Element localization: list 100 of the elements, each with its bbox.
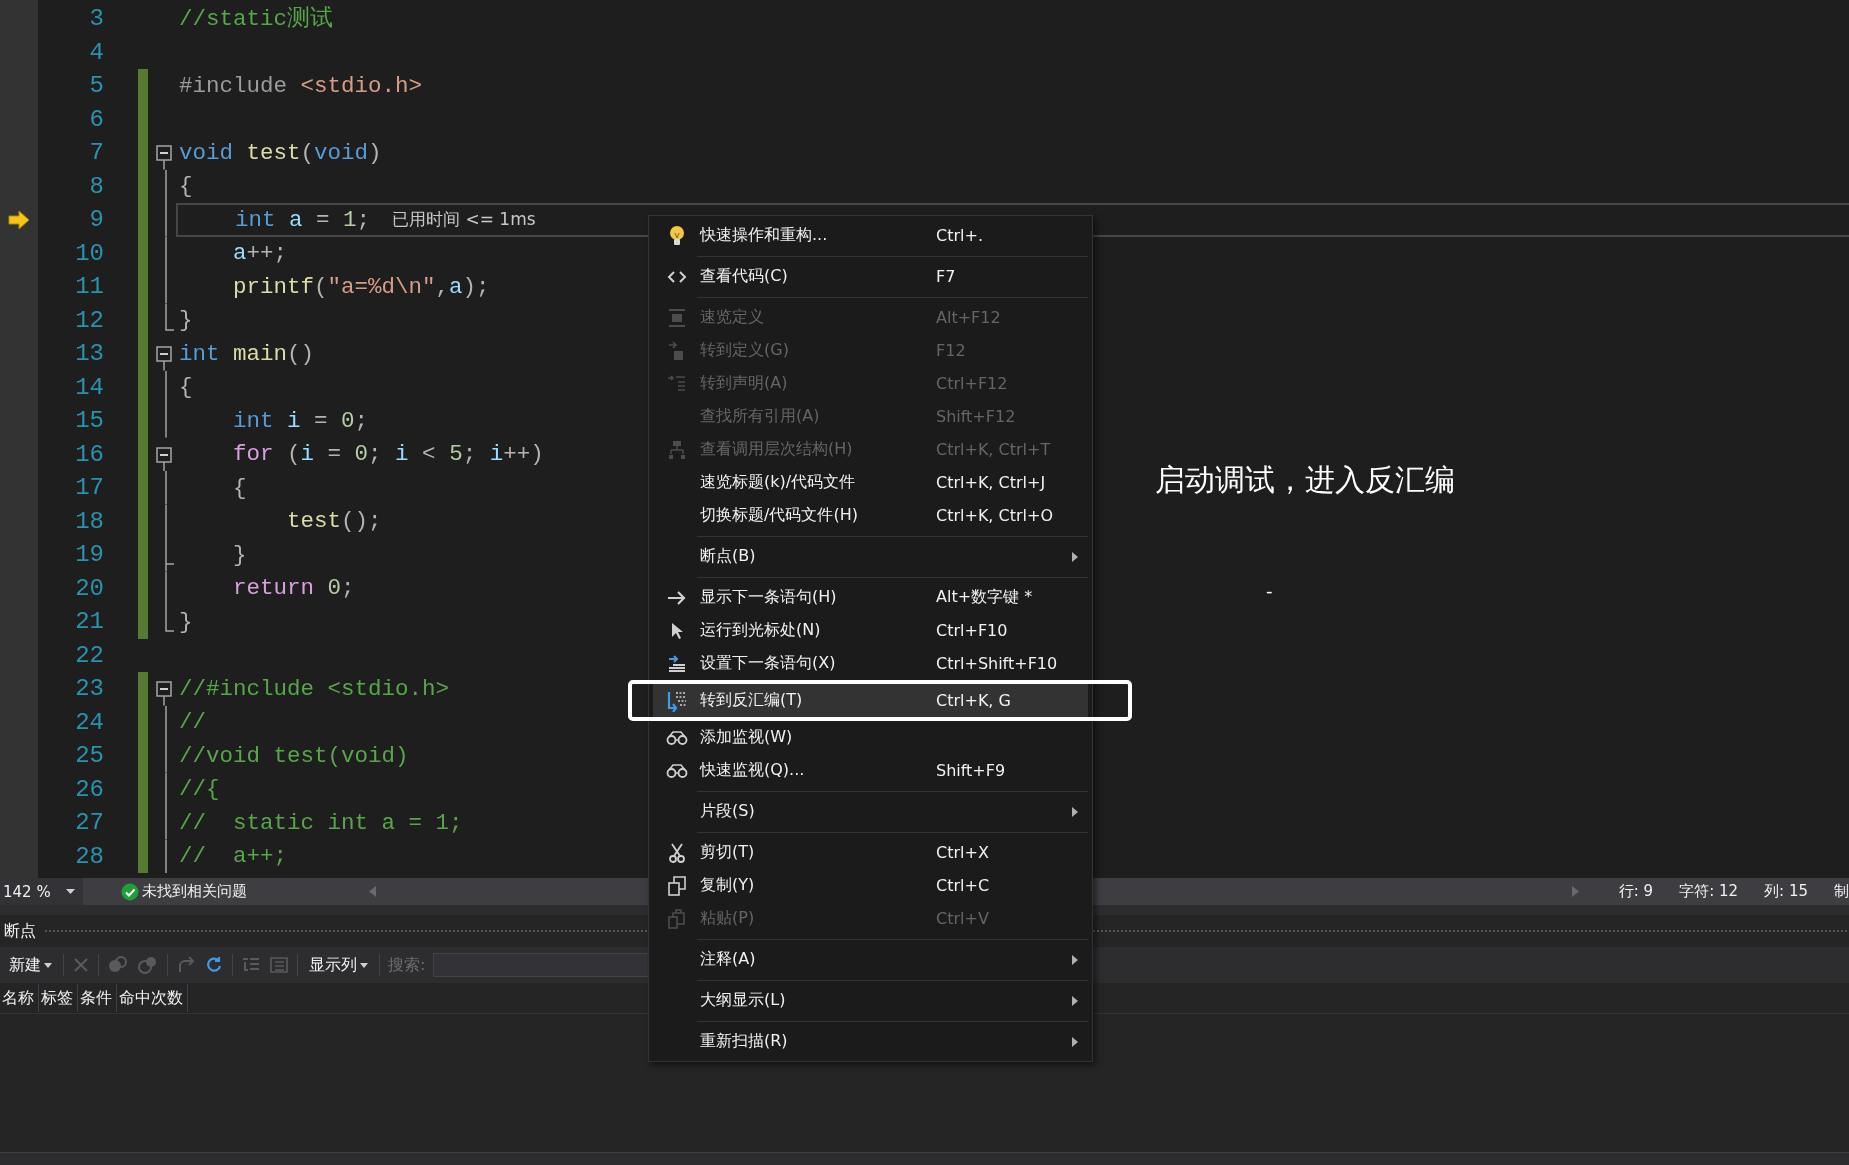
annotation-text: 启动调试，进入反汇编	[1155, 461, 1455, 499]
line-number: 13	[74, 339, 105, 369]
line-number: 22	[74, 640, 105, 671]
line-number: 6	[88, 104, 105, 135]
column-header[interactable]: 命中次数	[117, 984, 188, 1012]
menu-item[interactable]: 速览标题(k)/代码文件 Ctrl+K, Ctrl+J	[653, 466, 1088, 499]
scroll-right-icon[interactable]	[1571, 886, 1579, 897]
column-header[interactable]: 名称	[0, 984, 39, 1012]
code-line: //	[179, 708, 206, 738]
glasses-icon	[665, 763, 688, 778]
line-number: 7	[88, 138, 105, 168]
code-line: int i = 0;	[232, 406, 369, 436]
menu-item[interactable]: 查看代码(C) F7	[653, 260, 1088, 293]
disassembly-icon	[665, 689, 688, 712]
tab-mode-indicator[interactable]: 制	[1834, 882, 1849, 901]
right-arrow-icon	[666, 589, 687, 606]
line-number: 10	[74, 238, 105, 269]
code-line: return 0;	[232, 574, 355, 604]
menu-item[interactable]: 复制(Y) Ctrl+C	[653, 869, 1088, 902]
line-number: 19	[74, 540, 105, 570]
code-line: }	[232, 540, 247, 570]
menu-item[interactable]: 断点(B)	[653, 540, 1088, 573]
menu-item[interactable]: 转到反汇编(T) Ctrl+K, G	[653, 684, 1088, 717]
breakpoints-icon[interactable]	[107, 955, 129, 975]
caret-icon	[44, 962, 52, 968]
code-line: {	[232, 473, 247, 503]
caret-icon	[360, 962, 368, 968]
code-line: // static int a = 1;	[179, 808, 463, 838]
line-indicator: 行: 9	[1618, 882, 1654, 901]
refresh-icon[interactable]	[204, 956, 224, 974]
code-line: for (i = 0; i < 5; i++)	[232, 440, 544, 470]
toggle-breakpoints-icon[interactable]	[137, 955, 159, 975]
line-number: 26	[74, 774, 105, 805]
issues-status[interactable]: 未找到相关问题	[142, 882, 247, 901]
menu-item[interactable]: 运行到光标处(N) Ctrl+F10	[653, 614, 1088, 647]
go-to-definition-icon	[667, 340, 686, 361]
line-number: 23	[74, 674, 105, 704]
column-header[interactable]: 标签	[39, 984, 78, 1012]
code-line: printf("a=%d\n",a);	[232, 272, 490, 302]
menu-item[interactable]: 快速监视(Q)... Shift+F9	[653, 754, 1088, 787]
zoom-dropdown[interactable]: 142 %	[0, 878, 83, 905]
code-line: int main()	[179, 339, 315, 369]
line-number: 24	[74, 707, 105, 738]
line-number: 25	[74, 741, 105, 771]
menu-item[interactable]: 显示下一条语句(H) Alt+数字键 *	[653, 581, 1088, 614]
line-number: 8	[88, 171, 105, 202]
code-line: //#include <stdio.h>	[179, 674, 450, 704]
line-number: 5	[88, 71, 105, 101]
line-number: 20	[74, 573, 105, 604]
scroll-left-icon[interactable]	[369, 886, 376, 897]
code-line: //static测试	[179, 4, 334, 34]
code-line: {	[179, 373, 193, 403]
code-line: // a++;	[179, 842, 288, 872]
line-number: 9	[88, 205, 105, 235]
code-line: }	[179, 607, 193, 637]
code-line: }	[179, 306, 193, 336]
delete-icon[interactable]	[72, 956, 90, 974]
line-number: 11	[74, 272, 105, 302]
line-number: 15	[74, 406, 105, 436]
light-bulb-icon	[667, 224, 686, 247]
line-number: 14	[74, 372, 105, 403]
code-icon	[666, 269, 687, 284]
code-line: a++;	[232, 239, 288, 269]
caret-icon	[65, 889, 75, 894]
code-line: void test(void)	[179, 138, 382, 168]
call-hierarchy-icon	[667, 439, 686, 460]
peek-definition-icon	[667, 307, 686, 328]
redo-icon[interactable]	[176, 956, 196, 974]
cursor-icon	[669, 621, 684, 640]
go-to-declaration-icon	[666, 373, 687, 394]
menu-item[interactable]: 添加监视(W)	[653, 721, 1088, 754]
panel-title: 断点	[4, 920, 36, 942]
columns-dropdown[interactable]: 显示列	[306, 952, 371, 978]
column-header[interactable]: 条件	[78, 984, 117, 1012]
menu-item[interactable]: 重新扫描(R)	[653, 1025, 1088, 1058]
menu-item[interactable]: 快速操作和重构... Ctrl+.	[653, 219, 1088, 252]
character-indicator: 字符: 12	[1679, 882, 1739, 901]
menu-item[interactable]: 注释(A)	[653, 943, 1088, 976]
line-number: 21	[74, 607, 105, 637]
code-line: #include <stdio.h>	[179, 71, 423, 101]
menu-item[interactable]: 大纲显示(L)	[653, 984, 1088, 1017]
menu-item[interactable]: 剪切(T) Ctrl+X	[653, 836, 1088, 869]
scissors-icon	[667, 842, 686, 863]
column-indicator: 列: 15	[1764, 882, 1808, 901]
line-number: 27	[74, 808, 105, 838]
code-line: //{	[179, 775, 220, 805]
check-circle-icon	[121, 882, 139, 901]
code-line: //void test(void)	[179, 741, 409, 771]
line-number: 18	[74, 506, 105, 537]
search-label: 搜索:	[388, 954, 426, 976]
menu-item[interactable]: 切换标题/代码文件(H) Ctrl+K, Ctrl+O	[653, 499, 1088, 532]
new-dropdown[interactable]: 新建	[6, 952, 55, 978]
line-number: 3	[88, 4, 105, 34]
copy-icon	[667, 875, 686, 896]
line-number: 12	[74, 305, 105, 336]
line-number: 17	[74, 473, 105, 503]
glasses-icon	[665, 730, 688, 745]
menu-item[interactable]: 片段(S)	[653, 795, 1088, 828]
line-number: 16	[74, 439, 105, 470]
menu-item[interactable]: 设置下一条语句(X) Ctrl+Shift+F10	[653, 647, 1088, 680]
